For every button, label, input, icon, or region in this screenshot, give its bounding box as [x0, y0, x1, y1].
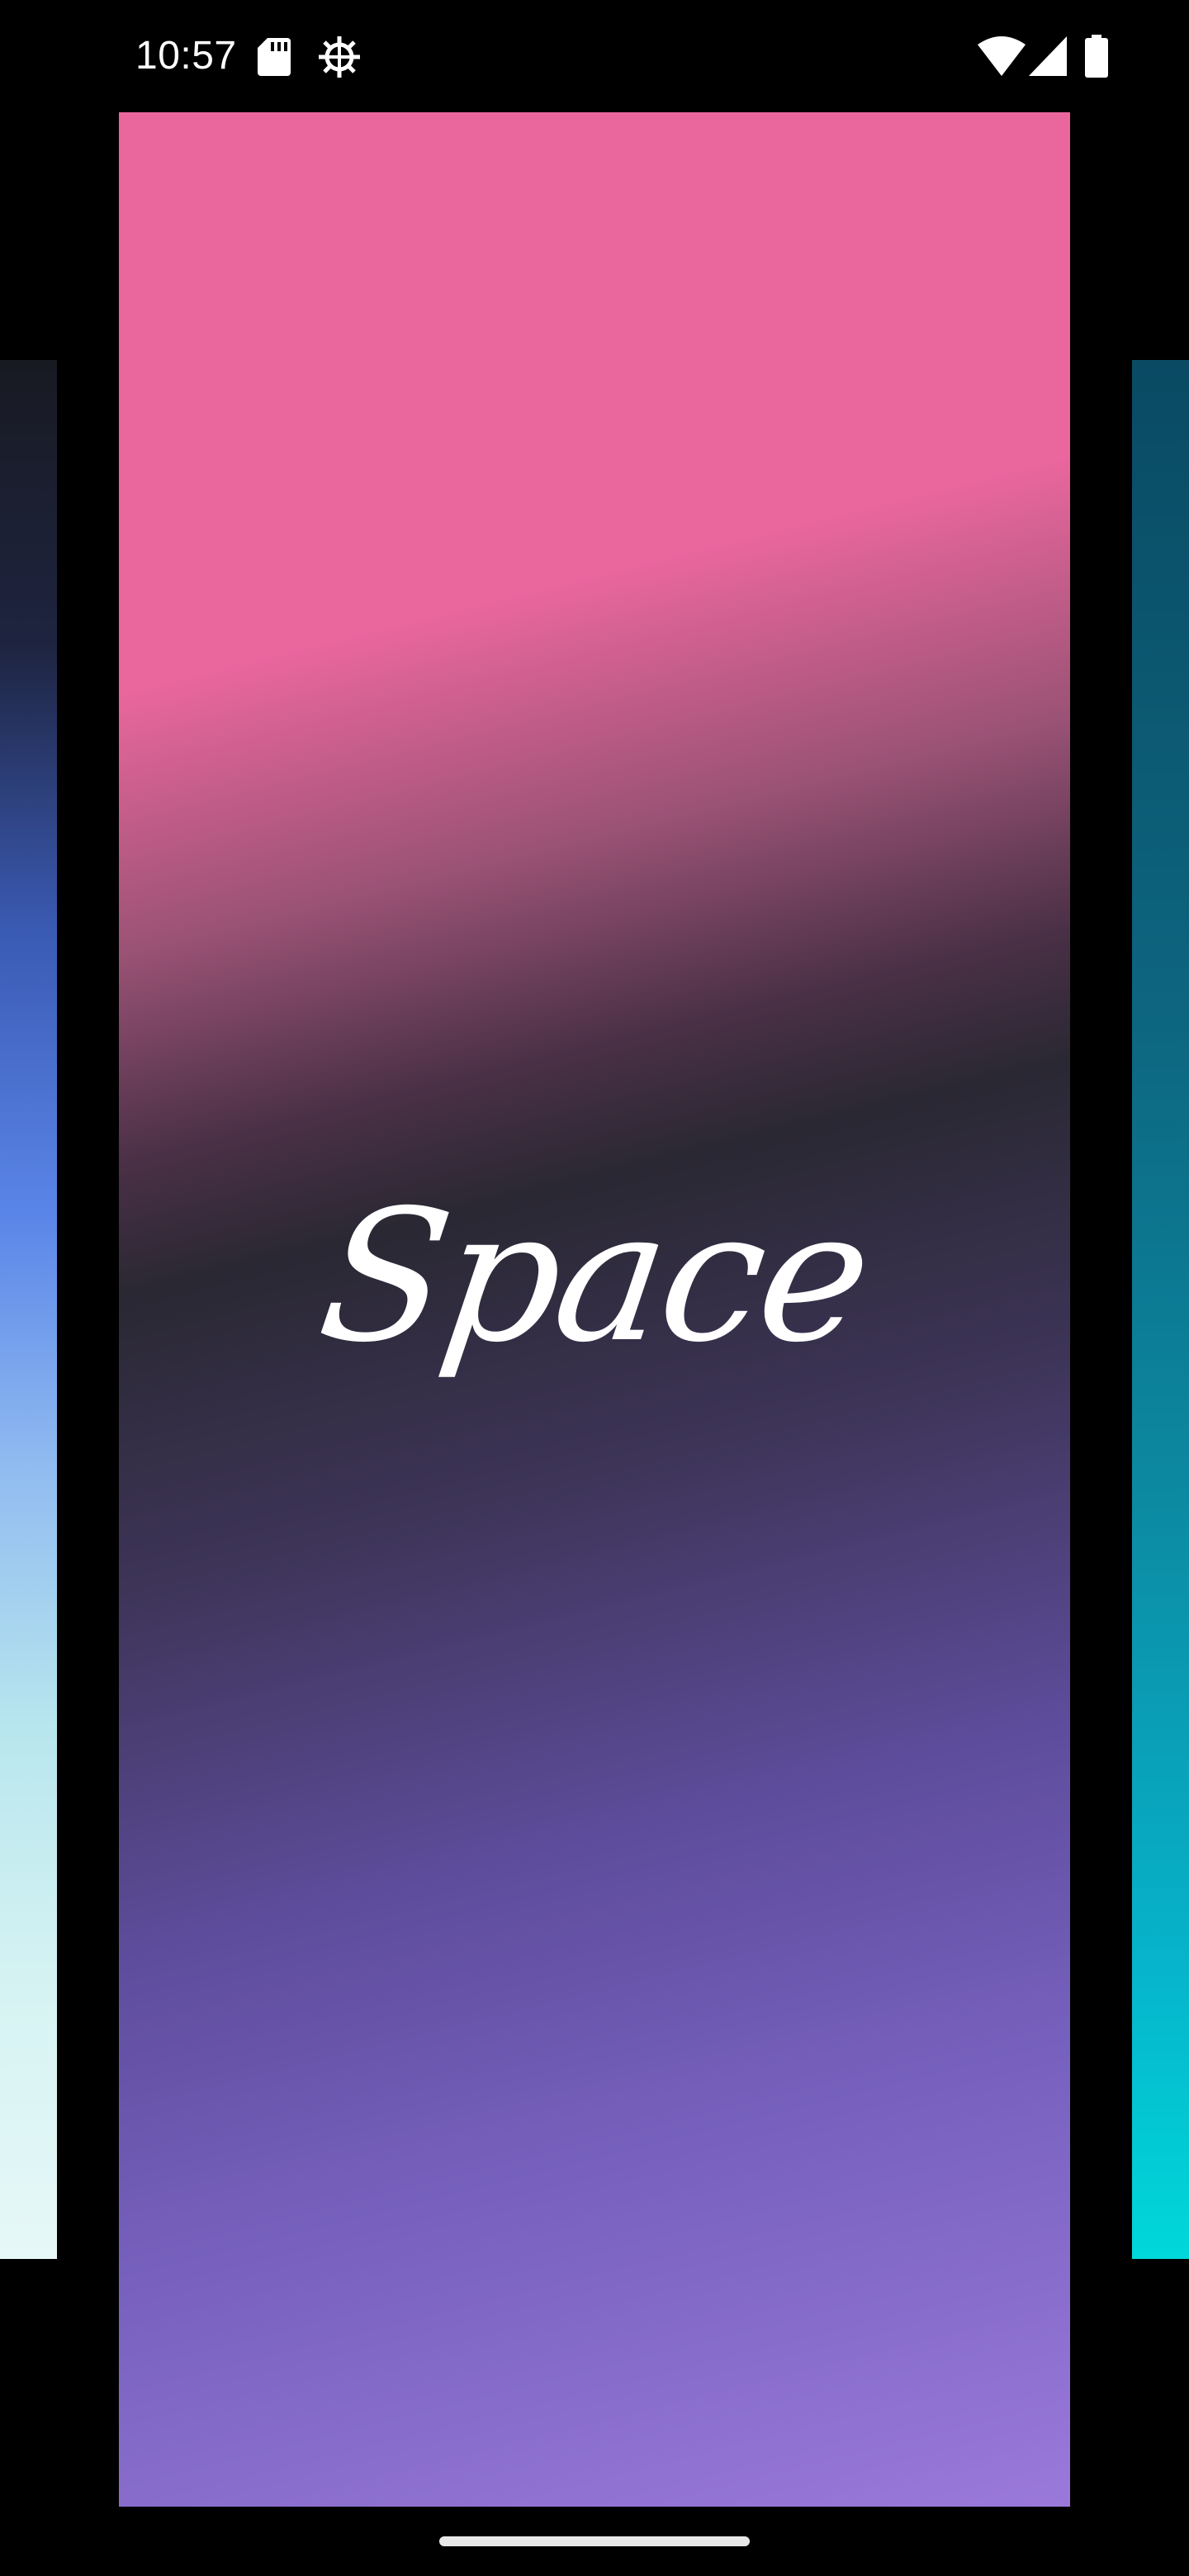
cell-signal-icon [1029, 36, 1067, 76]
status-time: 10:57 [135, 34, 237, 78]
current-theme-card[interactable]: Space [119, 112, 1070, 2507]
gear-icon [319, 36, 360, 78]
status-bar: 10:57 [0, 0, 1189, 112]
home-indicator[interactable] [439, 2536, 750, 2546]
sd-card-icon [258, 38, 291, 76]
battery-icon [1085, 35, 1108, 78]
wifi-icon [978, 36, 1026, 76]
next-theme-card[interactable] [1132, 360, 1189, 2259]
theme-title: Space [308, 1171, 881, 1382]
previous-theme-card[interactable] [0, 360, 57, 2259]
